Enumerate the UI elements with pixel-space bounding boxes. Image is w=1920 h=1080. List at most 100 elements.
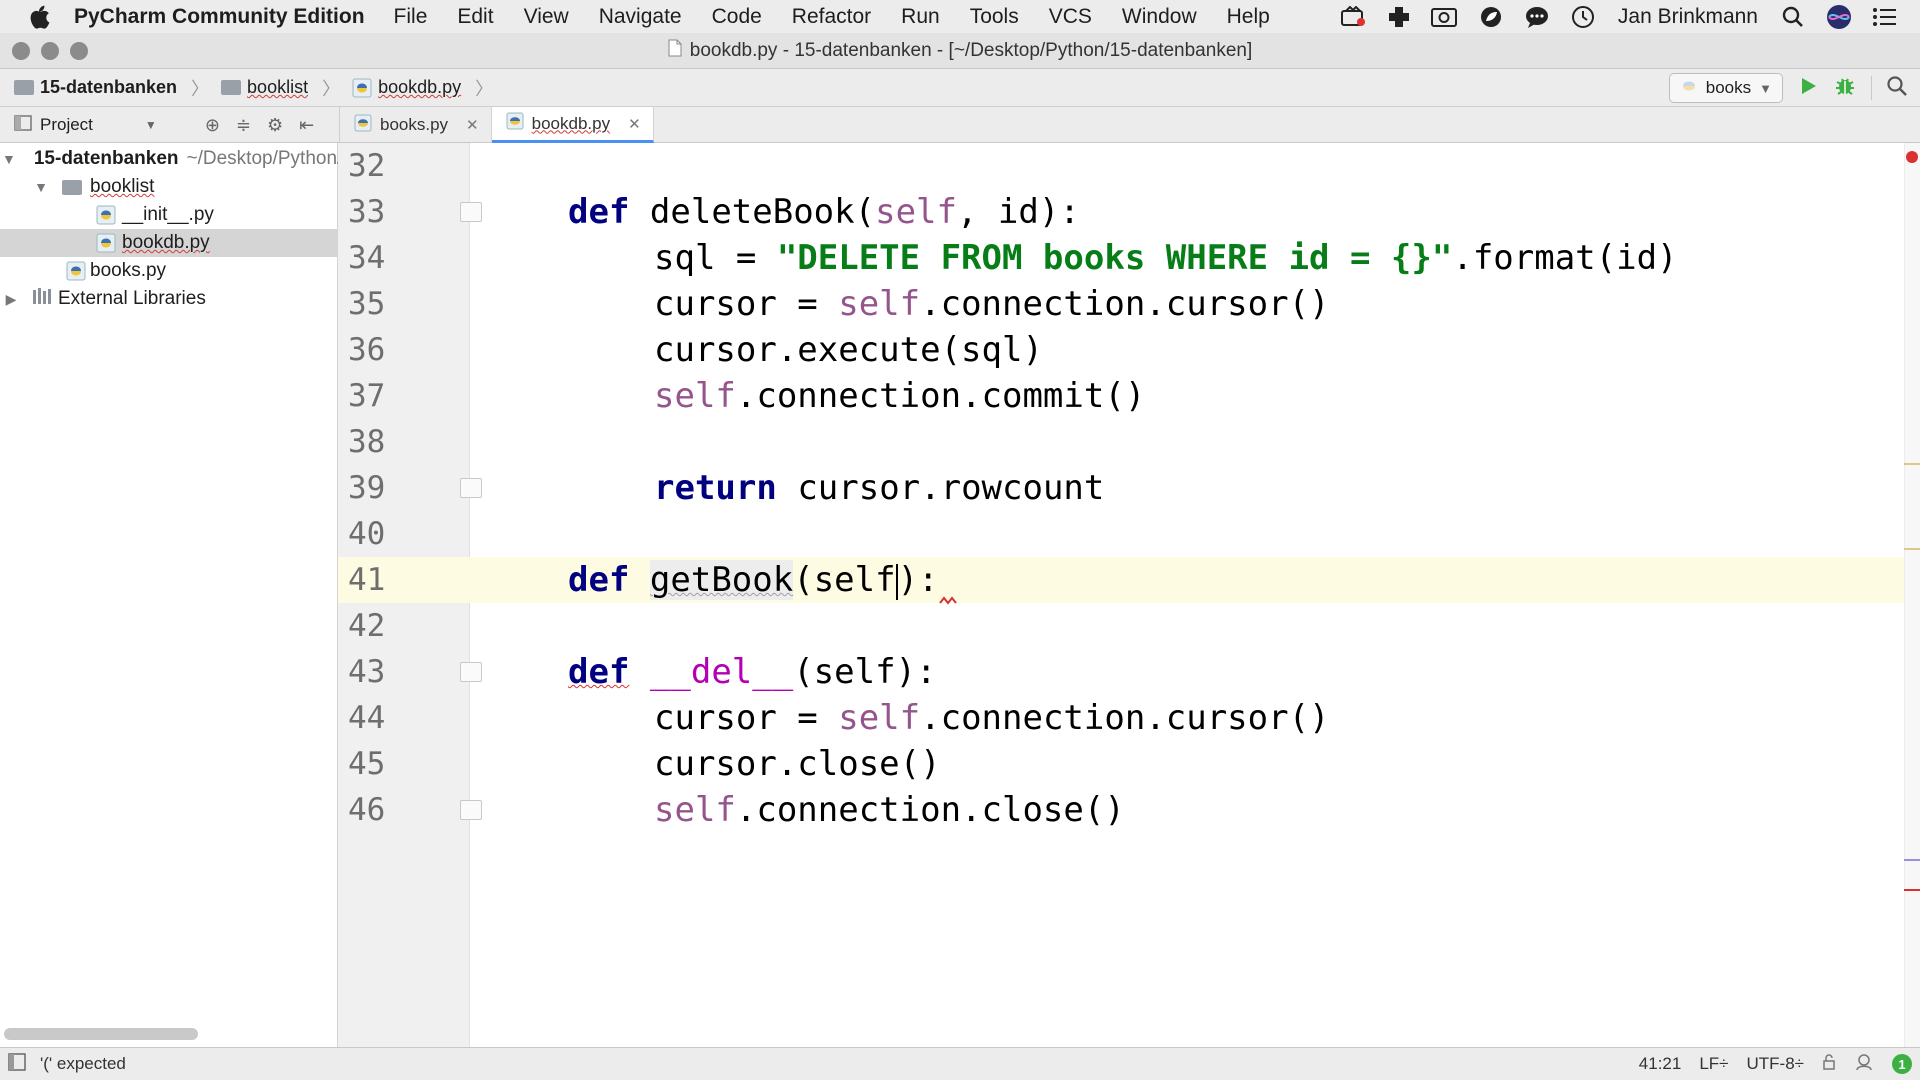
zoom-window-button[interactable] xyxy=(70,42,88,60)
stripe-marker[interactable] xyxy=(1904,859,1920,861)
menu-help[interactable]: Help xyxy=(1212,5,1285,29)
code-line[interactable]: 43 def __del__(self): xyxy=(338,649,1904,695)
menu-file[interactable]: File xyxy=(379,5,443,29)
minimize-window-button[interactable] xyxy=(41,42,59,60)
tree-item-booklist[interactable]: ▼ booklist xyxy=(0,173,338,201)
camera-icon[interactable] xyxy=(1430,4,1460,30)
chevron-down-icon[interactable]: ▼ xyxy=(145,118,157,132)
function-name-highlighted: getBook xyxy=(649,560,794,600)
stripe-marker[interactable] xyxy=(1904,889,1920,891)
menu-tools[interactable]: Tools xyxy=(955,5,1034,29)
code-line[interactable]: 45 cursor.close() xyxy=(338,741,1904,787)
tree-item-books-py[interactable]: books.py xyxy=(0,257,338,285)
code-token: .connection.commit() xyxy=(735,376,1146,416)
code-line-current[interactable]: 41 def getBook(self): xyxy=(338,557,1904,605)
inspector-icon[interactable] xyxy=(1854,1053,1874,1076)
menu-vcs[interactable]: VCS xyxy=(1034,5,1107,29)
code-text: def getBook(self): xyxy=(568,560,957,605)
time-machine-icon[interactable] xyxy=(1568,4,1598,30)
code-line[interactable]: 32 xyxy=(338,143,1904,189)
code-line[interactable]: 37 self.connection.commit() xyxy=(338,373,1904,419)
code-token: .connection.cursor() xyxy=(920,284,1330,324)
code-line[interactable]: 46 self.connection.close() xyxy=(338,787,1904,833)
project-horizontal-scrollbar[interactable] xyxy=(4,1028,198,1040)
code-line[interactable]: 34 sql = "DELETE FROM books WHERE id = {… xyxy=(338,235,1904,281)
close-tab-icon[interactable]: ✕ xyxy=(466,116,479,134)
menu-run[interactable]: Run xyxy=(886,5,955,29)
chat-bubble-icon[interactable] xyxy=(1522,4,1552,30)
hide-panel-icon[interactable]: ⇤ xyxy=(299,115,314,136)
fold-marker-icon[interactable] xyxy=(460,478,482,498)
expand-arrow-icon[interactable]: ▼ xyxy=(2,151,16,167)
tab-books-py[interactable]: books.py ✕ xyxy=(340,107,492,143)
code-text: self.connection.commit() xyxy=(654,376,1145,416)
breadcrumb-project[interactable]: 15-datenbanken xyxy=(40,77,177,98)
fold-marker-icon[interactable] xyxy=(460,800,482,820)
close-window-button[interactable] xyxy=(12,42,30,60)
code-line[interactable]: 44 cursor = self.connection.cursor() xyxy=(338,695,1904,741)
tree-item-project-root[interactable]: ▼ 15-datenbanken ~/Desktop/Python/15-dat… xyxy=(0,145,338,173)
caret-position[interactable]: 41:21 xyxy=(1639,1054,1682,1074)
menu-refactor[interactable]: Refactor xyxy=(777,5,886,29)
run-icon[interactable] xyxy=(1797,75,1819,102)
folder-icon xyxy=(14,80,34,95)
code-line[interactable]: 40 xyxy=(338,511,1904,557)
self-token: self xyxy=(838,284,921,324)
code-token: ( xyxy=(793,560,814,600)
apple-icon[interactable] xyxy=(28,5,62,29)
debug-icon[interactable] xyxy=(1833,74,1857,103)
run-configuration-dropdown[interactable]: books ▼ xyxy=(1668,73,1783,103)
app-name[interactable]: PyCharm Community Edition xyxy=(74,5,365,29)
lock-icon[interactable] xyxy=(1822,1053,1836,1075)
medical-cross-icon[interactable] xyxy=(1384,4,1414,30)
scroll-from-source-icon[interactable]: ⊕ xyxy=(205,115,220,136)
expand-arrow-icon[interactable]: ▼ xyxy=(32,179,50,195)
line-number: 34 xyxy=(348,240,386,276)
tree-item-external-libraries[interactable]: ▶ External Libraries xyxy=(0,285,338,313)
line-separator[interactable]: LF÷ xyxy=(1699,1054,1728,1074)
error-stripe[interactable] xyxy=(1904,143,1920,1047)
code-line[interactable]: 39 return cursor.rowcount xyxy=(338,465,1904,511)
search-everywhere-icon[interactable] xyxy=(1886,75,1908,102)
screen-recorder-icon[interactable] xyxy=(1338,4,1368,30)
project-view-selector[interactable]: Project xyxy=(40,115,93,135)
stripe-marker[interactable] xyxy=(1904,548,1920,550)
close-tab-icon[interactable]: ✕ xyxy=(628,115,641,133)
user-name[interactable]: Jan Brinkmann xyxy=(1614,5,1762,29)
menu-edit[interactable]: Edit xyxy=(442,5,508,29)
file-encoding[interactable]: UTF-8÷ xyxy=(1747,1054,1805,1074)
notification-center-icon[interactable] xyxy=(1870,4,1900,30)
fold-marker-icon[interactable] xyxy=(460,662,482,682)
tree-item-bookdb-py[interactable]: bookdb.py xyxy=(0,229,338,257)
spotlight-search-icon[interactable] xyxy=(1778,4,1808,30)
breadcrumb-package[interactable]: booklist xyxy=(247,77,308,98)
collapse-all-icon[interactable]: ≑ xyxy=(236,115,251,136)
stripe-marker[interactable] xyxy=(1904,463,1920,465)
siri-icon[interactable] xyxy=(1824,4,1854,30)
breadcrumb-file[interactable]: bookdb.py xyxy=(378,77,461,98)
error-indicator-icon[interactable] xyxy=(1906,151,1918,163)
tab-bookdb-py[interactable]: bookdb.py ✕ xyxy=(491,107,654,143)
code-line[interactable]: 38 xyxy=(338,419,1904,465)
fold-marker-icon[interactable] xyxy=(460,202,482,222)
code-line[interactable]: 36 cursor.execute(sql) xyxy=(338,327,1904,373)
leaf-icon[interactable] xyxy=(1476,4,1506,30)
tool-windows-toggle-icon[interactable] xyxy=(8,1052,26,1076)
code-editor[interactable]: 32 33 def deleteBook(self, id): 34 sql =… xyxy=(338,143,1920,1047)
tree-item-init-py[interactable]: __init__.py xyxy=(0,201,338,229)
menu-code[interactable]: Code xyxy=(697,5,777,29)
keyword-def: def xyxy=(568,192,630,232)
settings-gear-icon[interactable]: ⚙ xyxy=(267,115,283,136)
code-line[interactable]: 35 cursor = self.connection.cursor() xyxy=(338,281,1904,327)
python-file-icon xyxy=(506,112,524,135)
menu-window[interactable]: Window xyxy=(1107,5,1212,29)
menu-navigate[interactable]: Navigate xyxy=(584,5,697,29)
project-view-icon xyxy=(14,114,32,136)
code-line[interactable]: 42 xyxy=(338,603,1904,649)
code-token: cursor.rowcount xyxy=(797,468,1105,508)
code-line[interactable]: 33 def deleteBook(self, id): xyxy=(338,189,1904,235)
tree-item-label: __init__.py xyxy=(122,204,214,225)
expand-arrow-icon[interactable]: ▶ xyxy=(2,291,20,308)
event-log-badge[interactable]: 1 xyxy=(1892,1054,1912,1074)
menu-view[interactable]: View xyxy=(509,5,584,29)
